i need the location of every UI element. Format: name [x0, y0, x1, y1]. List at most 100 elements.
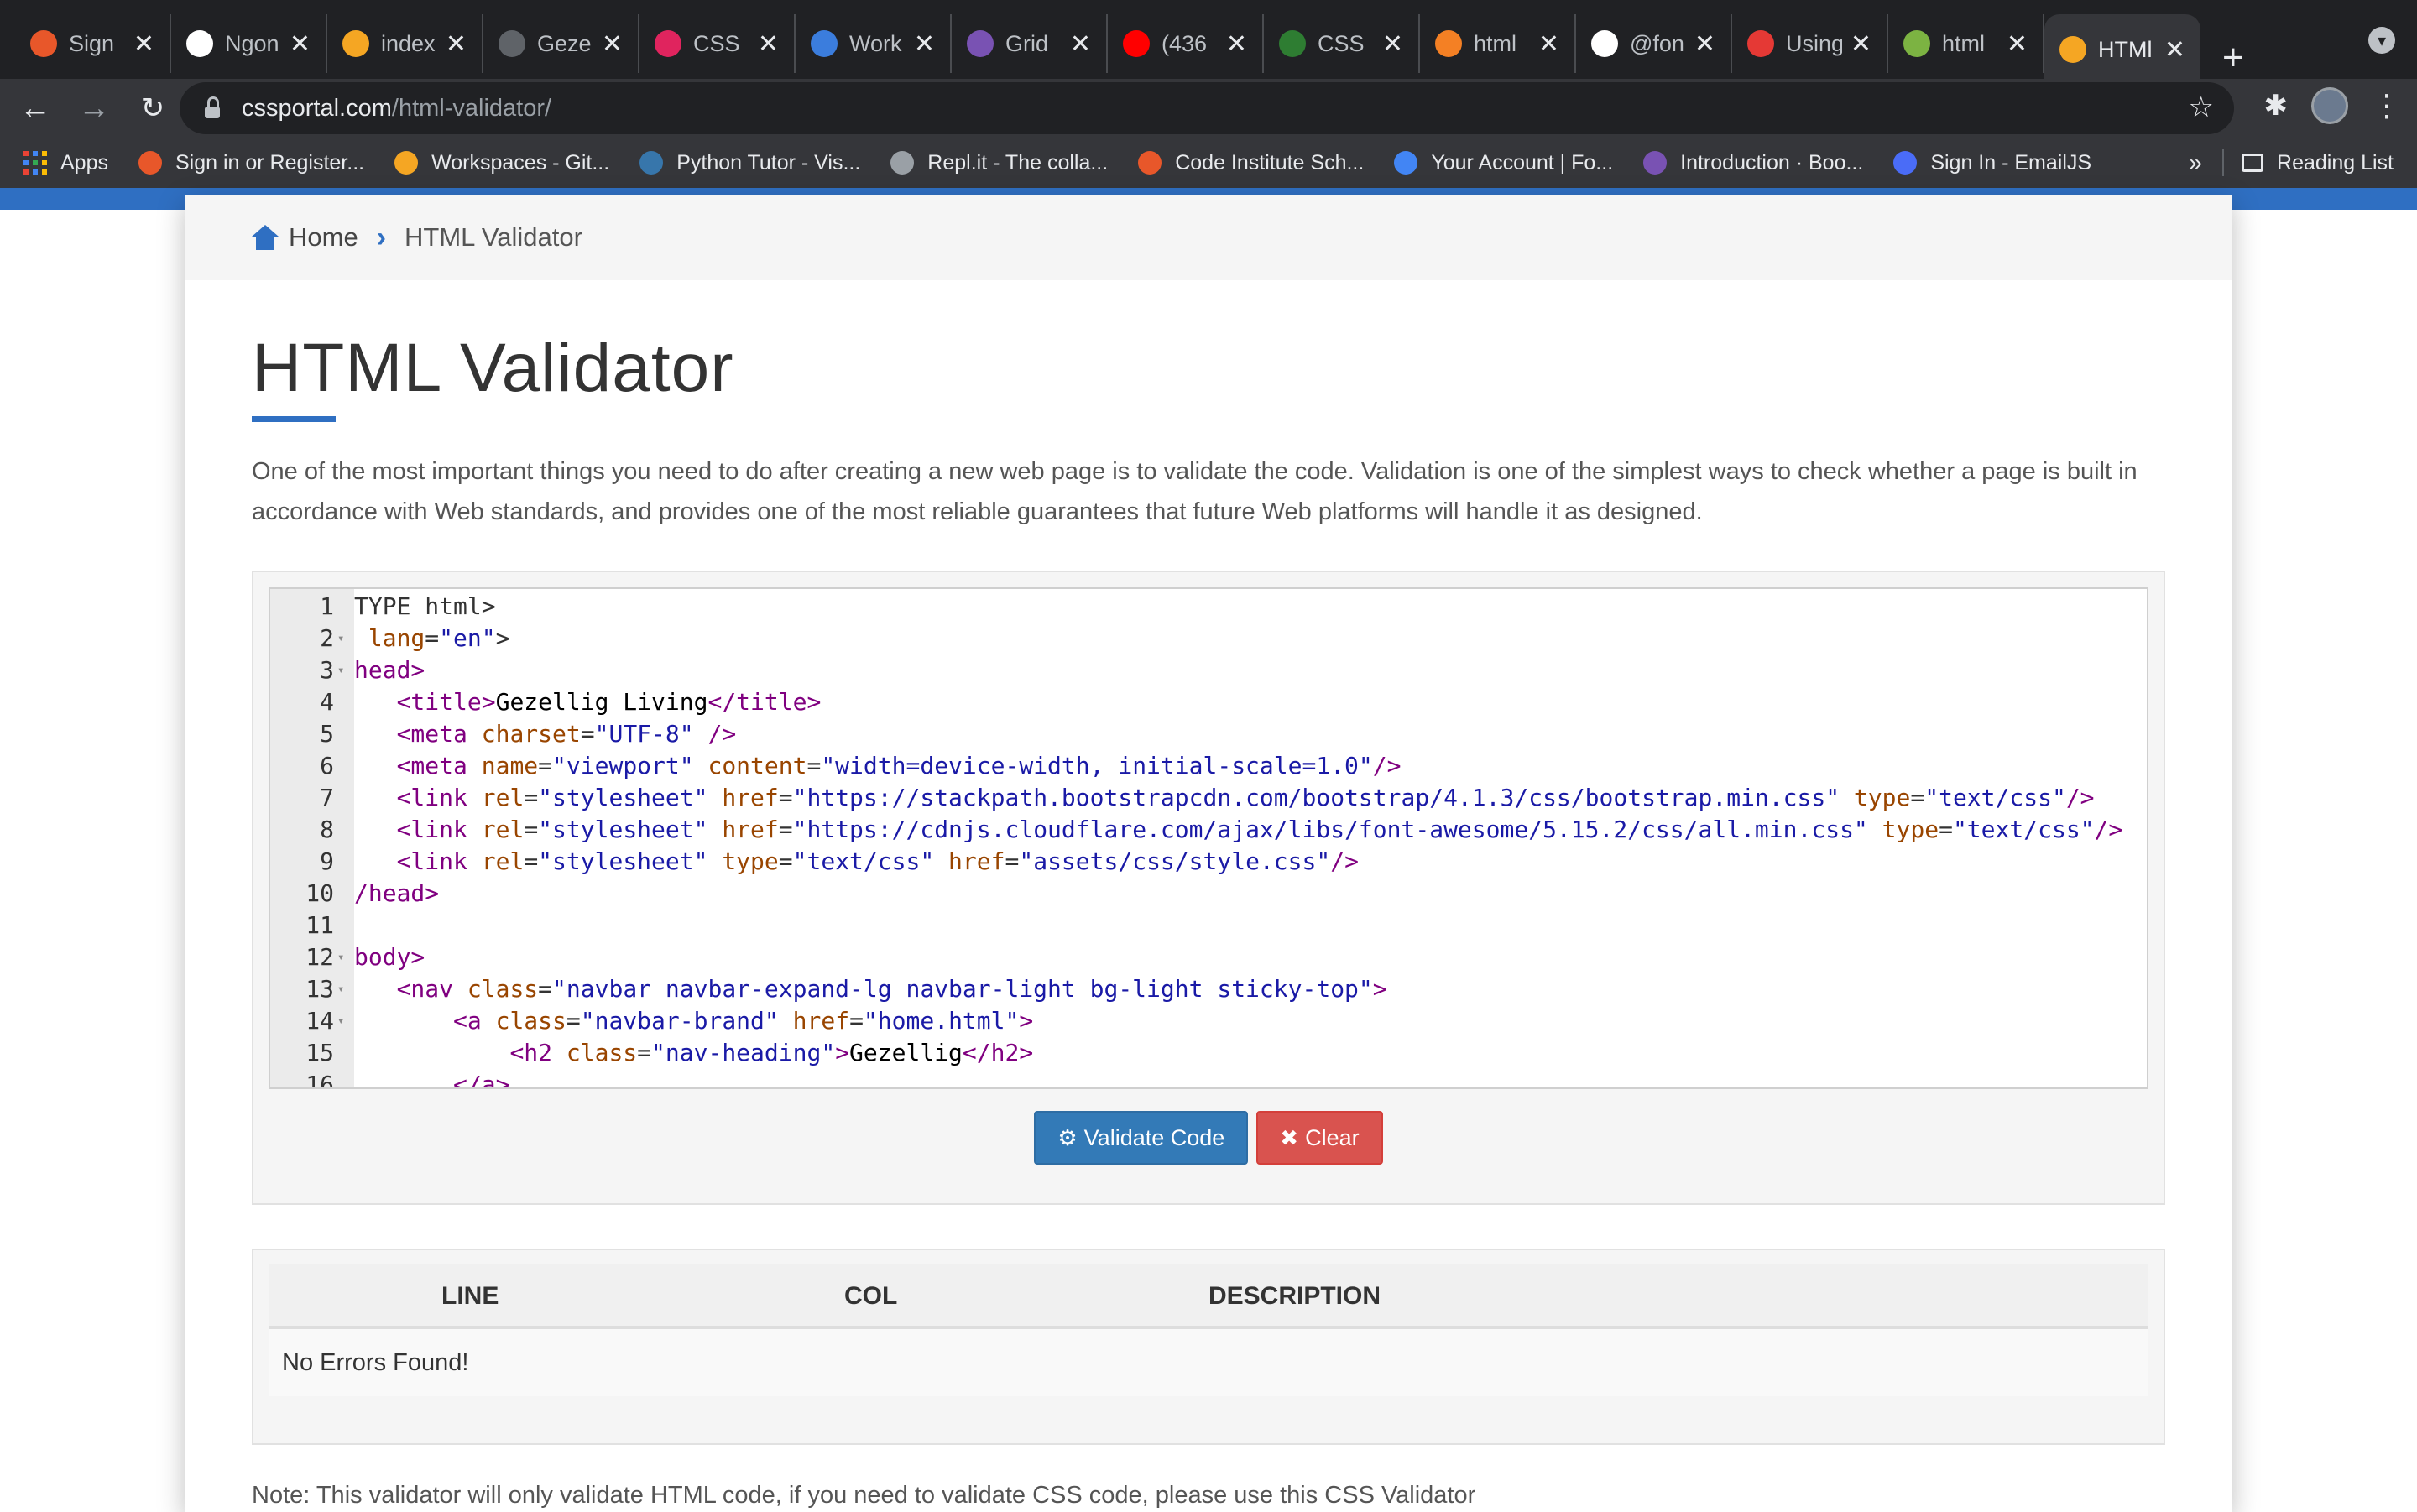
browser-tab[interactable]: html ✕: [1888, 14, 2044, 73]
bookmark-label: Apps: [60, 150, 108, 175]
forward-icon[interactable]: →: [70, 91, 117, 127]
line-number: 11: [305, 911, 334, 939]
validator-note: Note: This validator will only validate …: [252, 1482, 1476, 1509]
url-text[interactable]: cssportal.com/html-validator/: [242, 95, 551, 123]
browser-tab[interactable]: @fon ✕: [1576, 14, 1732, 73]
code-token: =: [566, 1007, 581, 1035]
browser-tab[interactable]: Work ✕: [796, 14, 952, 73]
bookmark-item[interactable]: Introduction · Boo...: [1643, 151, 1863, 175]
code-text: head>: [354, 654, 425, 686]
browser-tab[interactable]: HTMl ✕: [2044, 14, 2200, 85]
close-tab-icon[interactable]: ✕: [1382, 29, 1403, 59]
bookmark-item[interactable]: Python Tutor - Vis...: [639, 151, 860, 175]
validate-code-button[interactable]: ⚙ Validate Code: [1034, 1111, 1249, 1165]
tab-title: html: [1474, 30, 1517, 56]
code-token: href: [707, 784, 779, 811]
fold-arrow-icon[interactable]: ▾: [337, 623, 344, 654]
tab-title: CSS: [1318, 30, 1365, 56]
reading-list-button[interactable]: Reading List: [2242, 138, 2394, 188]
browser-menu-icon[interactable]: ⋮: [2372, 88, 2402, 123]
bookmark-item[interactable]: Apps: [23, 151, 108, 175]
fold-arrow-icon[interactable]: ▾: [337, 973, 344, 1005]
code-line: 1 TYPE html>: [270, 591, 2147, 623]
code-token: </a>: [453, 1071, 510, 1089]
browser-tab[interactable]: Ngon ✕: [171, 14, 327, 73]
bookmarks-divider: [2222, 149, 2224, 176]
home-icon: [252, 225, 279, 250]
bookmark-item[interactable]: Code Institute Sch...: [1138, 151, 1364, 175]
validate-code-label: Validate Code: [1083, 1124, 1225, 1150]
code-token: >: [1019, 1007, 1034, 1035]
browser-tab[interactable]: Geze ✕: [483, 14, 639, 73]
close-tab-icon[interactable]: ✕: [602, 29, 623, 59]
workspace-icon: [811, 30, 838, 57]
address-bar[interactable]: cssportal.com/html-validator/ ☆: [180, 82, 2234, 134]
bookmark-item[interactable]: Workspaces - Git...: [394, 151, 609, 175]
code-token: type: [1840, 784, 1911, 811]
content-container: Home › HTML Validator HTML Validator One…: [185, 195, 2232, 1512]
browser-tab[interactable]: html ✕: [1420, 14, 1576, 73]
code-text: TYPE html>: [354, 591, 496, 623]
title-underline: [252, 416, 336, 422]
fold-arrow-icon[interactable]: ▾: [337, 941, 344, 973]
intro-paragraph: One of the most important things you nee…: [252, 458, 2138, 525]
browser-tab[interactable]: Using ✕: [1732, 14, 1888, 73]
breadcrumb-home-link[interactable]: Home: [252, 222, 358, 253]
back-icon[interactable]: ←: [12, 91, 59, 127]
browser-tab[interactable]: index ✕: [327, 14, 483, 73]
bookmark-label: Python Tutor - Vis...: [676, 150, 861, 175]
code-editor[interactable]: 1 TYPE html> 2 ▾ lang="en"> 3 ▾ head> 4 <title>…: [269, 587, 2148, 1089]
code-line: 6 <meta name="viewport" content="width=d…: [270, 750, 2147, 782]
tab-search-icon[interactable]: ▾: [2368, 27, 2395, 54]
code-token: />: [1372, 752, 1402, 779]
browser-tab[interactable]: Grid ✕: [952, 14, 1108, 73]
code-line: 16 </a>: [270, 1069, 2147, 1089]
bookmark-star-icon[interactable]: ☆: [2189, 91, 2214, 124]
code-token: <link: [396, 847, 482, 875]
line-number: 6: [320, 752, 334, 779]
code-line: 7 <link rel="stylesheet" href="https://s…: [270, 782, 2147, 814]
bookmarks-overflow-button[interactable]: »: [2189, 149, 2202, 176]
new-tab-button[interactable]: +: [2222, 37, 2244, 79]
profile-avatar[interactable]: [2311, 87, 2348, 124]
column-header-line: LINE: [441, 1282, 499, 1310]
bookmark-item[interactable]: Your Account | Fo...: [1394, 151, 1613, 175]
close-tab-icon[interactable]: ✕: [1538, 29, 1559, 59]
close-tab-icon[interactable]: ✕: [446, 29, 467, 59]
browser-tab[interactable]: Sign ✕: [15, 14, 171, 73]
close-tab-icon[interactable]: ✕: [2007, 29, 2028, 59]
code-text: <h2 class="nav-heading">Gezellig</h2>: [354, 1037, 1033, 1069]
code-token: </title>: [707, 688, 822, 716]
close-tab-icon[interactable]: ✕: [290, 29, 311, 59]
code-token: =: [1939, 816, 1953, 843]
browser-tab[interactable]: CSS ✕: [639, 14, 796, 73]
code-token: name: [481, 752, 539, 779]
bookmark-item[interactable]: Sign in or Register...: [138, 151, 364, 175]
close-tab-icon[interactable]: ✕: [1070, 29, 1091, 59]
fold-arrow-icon[interactable]: ▾: [337, 1005, 344, 1037]
extensions-icon[interactable]: ✱: [2264, 89, 2289, 123]
reading-list-label: Reading List: [2277, 150, 2394, 175]
close-tab-icon[interactable]: ✕: [758, 29, 779, 59]
bookmark-label: Sign In - EmailJS: [1930, 150, 2092, 175]
line-number: 13: [305, 975, 334, 1003]
code-token: "navbar-brand": [580, 1007, 779, 1035]
table-row: No Errors Found!: [269, 1329, 2148, 1396]
close-tab-icon[interactable]: ✕: [1694, 29, 1715, 59]
clear-button[interactable]: ✖ Clear: [1256, 1111, 1383, 1165]
reload-icon[interactable]: ↻: [129, 91, 176, 125]
bookmark-item[interactable]: Sign In - EmailJS: [1893, 151, 2091, 175]
browser-toolbar: ← → ↻ cssportal.com/html-validator/ ☆ ✱ …: [0, 79, 2417, 138]
close-tab-icon[interactable]: ✕: [1851, 29, 1871, 59]
fold-arrow-icon[interactable]: ▾: [337, 654, 344, 686]
lock-icon[interactable]: [205, 96, 220, 118]
browser-tab[interactable]: CSS ✕: [1264, 14, 1420, 73]
close-tab-icon[interactable]: ✕: [2164, 35, 2185, 65]
browser-tab[interactable]: (436 ✕: [1108, 14, 1264, 73]
close-tab-icon[interactable]: ✕: [1226, 29, 1247, 59]
bookmark-item[interactable]: Repl.it - The colla...: [890, 151, 1108, 175]
close-tab-icon[interactable]: ✕: [133, 29, 154, 59]
close-tab-icon[interactable]: ✕: [914, 29, 935, 59]
tab-title: Using: [1786, 30, 1842, 56]
